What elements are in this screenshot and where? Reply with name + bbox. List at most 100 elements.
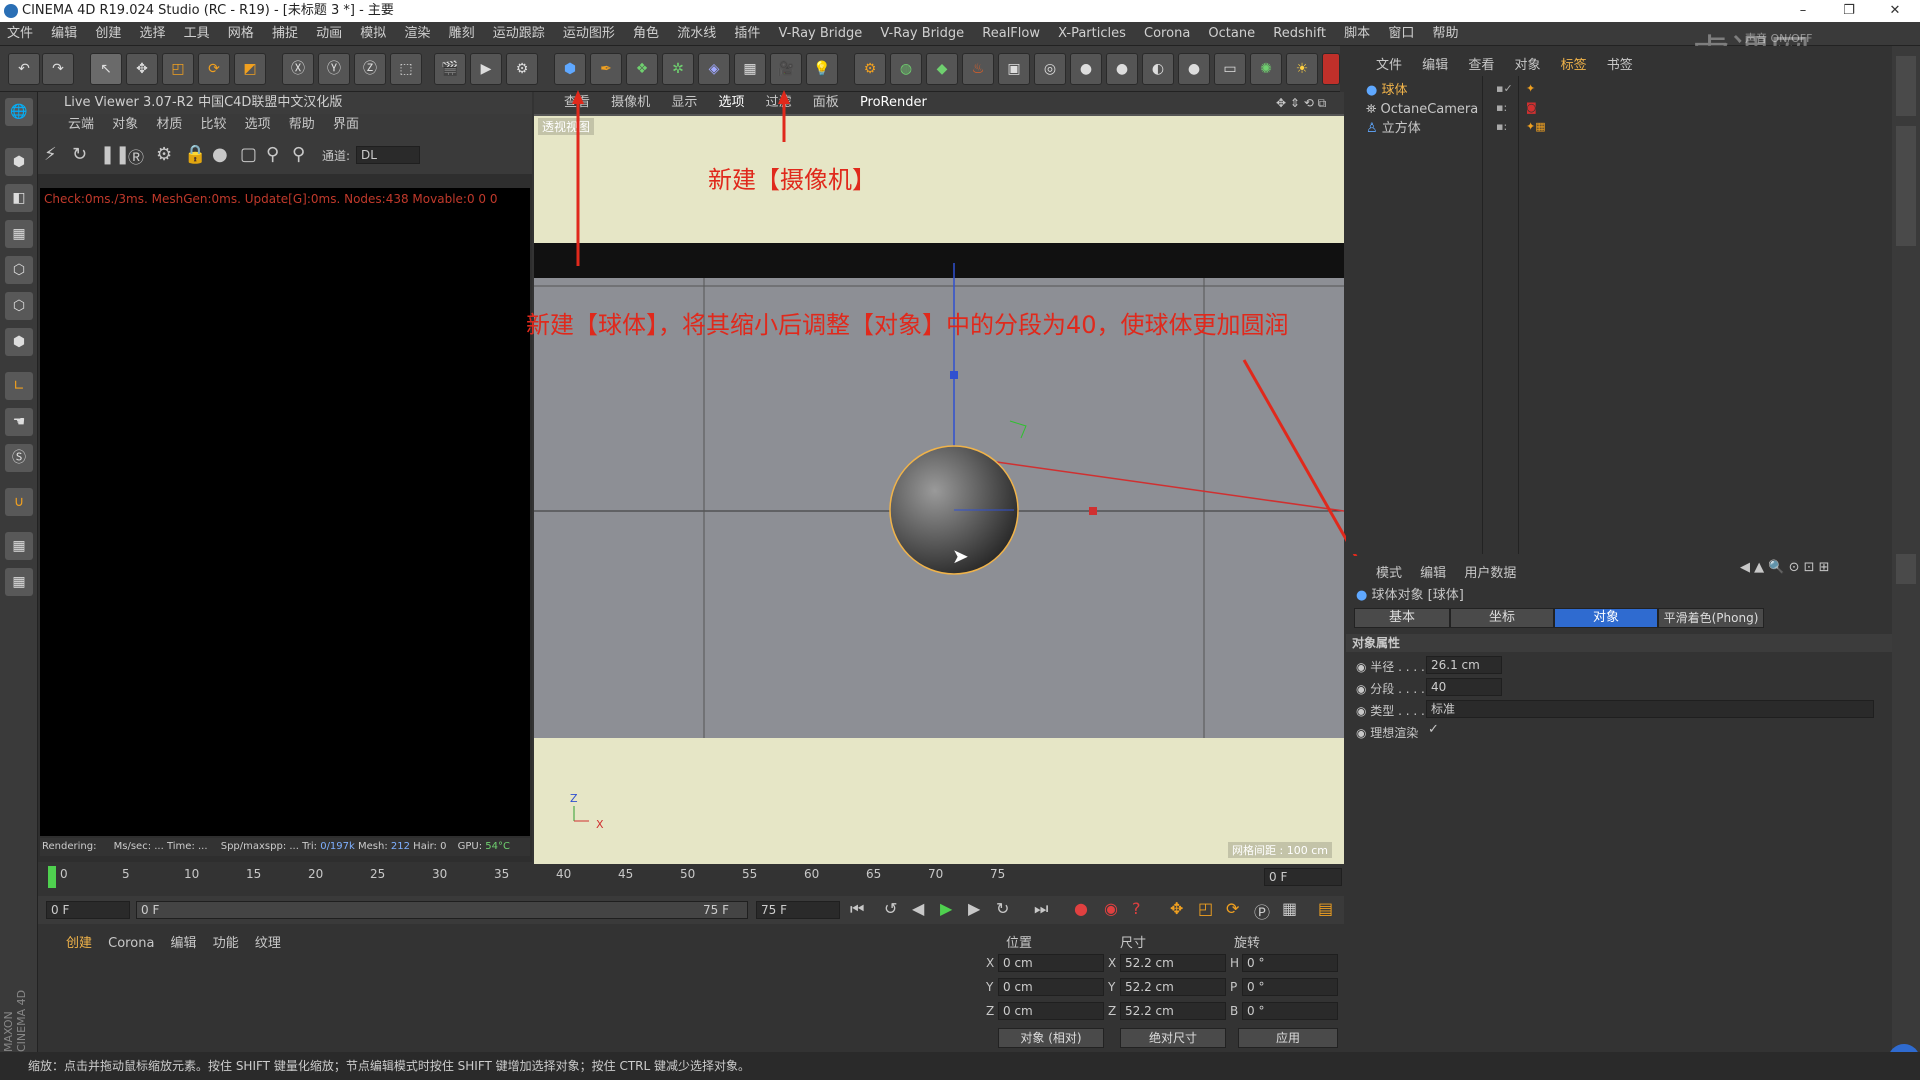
edges-mode-icon[interactable]: ⬡ <box>5 292 33 320</box>
octane-sphere-icon[interactable]: 🌐 <box>5 98 33 126</box>
menu-item[interactable]: 角色 <box>626 22 666 46</box>
rotate-tool-icon[interactable]: ⟳ <box>198 53 230 85</box>
cloner-icon[interactable]: ✲ <box>662 53 694 85</box>
next-key-icon[interactable]: ↻ <box>996 899 1009 918</box>
start-frame-field[interactable]: 0 F <box>46 901 130 919</box>
preview-range-slider[interactable]: 0 F 75 F <box>136 901 748 919</box>
next-frame-icon[interactable]: ▶ <box>968 899 980 918</box>
focus-pick-icon[interactable]: ⚲ <box>292 144 305 165</box>
lv-menu-item[interactable]: 界面 <box>333 117 359 132</box>
key-pla-icon[interactable]: ▦ <box>1282 899 1297 918</box>
octane-area-light-icon[interactable]: ▭ <box>1214 53 1246 85</box>
octane-specular-icon[interactable]: ◐ <box>1142 53 1174 85</box>
close-button[interactable]: ✕ <box>1872 0 1918 22</box>
om-menu-item[interactable]: 编辑 <box>1422 58 1448 73</box>
key-rotation-icon[interactable]: ⟳ <box>1226 899 1239 918</box>
restore-button[interactable]: ❐ <box>1826 0 1872 22</box>
timeline-ruler[interactable]: 0 5 10 15 20 25 30 35 40 45 50 55 60 65 … <box>38 864 1344 890</box>
position-x-field[interactable]: 0 cm <box>998 954 1104 972</box>
render-settings-icon[interactable]: ⚙ <box>506 53 538 85</box>
tab-phong[interactable]: 平滑着色(Phong) <box>1658 608 1764 628</box>
key-parameter-icon[interactable]: Ⓟ <box>1254 899 1270 923</box>
om-menu-item[interactable]: 标签 <box>1561 58 1587 73</box>
pin-icon[interactable]: ⚲ <box>266 144 279 165</box>
attr-menu-item[interactable]: 用户数据 <box>1464 566 1516 581</box>
rotation-b-field[interactable]: 0 ° <box>1242 1002 1338 1020</box>
go-to-start-icon[interactable]: ⏮ <box>850 899 864 919</box>
menu-item[interactable]: 运动跟踪 <box>486 22 552 46</box>
position-y-field[interactable]: 0 cm <box>998 978 1104 996</box>
axis-mode-icon[interactable]: ∟ <box>5 372 33 400</box>
z-axis-lock-icon[interactable]: Ⓩ <box>354 53 386 85</box>
menu-item[interactable]: 脚本 <box>1337 22 1377 46</box>
lv-menu-item[interactable]: 帮助 <box>289 117 315 132</box>
menu-item[interactable]: 工具 <box>177 22 217 46</box>
points-mode-icon[interactable]: ⬡ <box>5 256 33 284</box>
go-to-end-icon[interactable]: ⏭ <box>1034 899 1048 919</box>
settings-gear-icon[interactable]: ⚙ <box>156 144 172 165</box>
menu-item[interactable]: Octane <box>1201 22 1262 46</box>
visibility-toggles[interactable]: ▪: <box>1496 120 1507 133</box>
size-z-field[interactable]: 52.2 cm <box>1120 1002 1226 1020</box>
om-menu-item[interactable]: 书签 <box>1607 58 1633 73</box>
menu-item[interactable]: 窗口 <box>1381 22 1421 46</box>
attr-nav-icons[interactable]: ◀ ▲ 🔍 ⊙ ⊡ ⊞ <box>1740 560 1830 575</box>
om-menu-item[interactable]: 文件 <box>1376 58 1402 73</box>
workplane-icon[interactable]: ▦ <box>5 532 33 560</box>
send-scene-icon[interactable]: ⚡ <box>44 144 57 165</box>
vp-menu-item[interactable]: ProRender <box>860 95 927 110</box>
vp-menu-item[interactable]: 显示 <box>671 95 697 110</box>
menu-item[interactable]: X-Particles <box>1051 22 1133 46</box>
object-row-camera[interactable]: ⛯ OctaneCamera <box>1366 101 1478 119</box>
menu-item[interactable]: RealFlow <box>975 22 1047 46</box>
current-frame-field[interactable]: 0 F <box>1264 868 1342 886</box>
octane-settings-icon[interactable]: ⚙ <box>854 53 886 85</box>
render-picture-viewer-icon[interactable]: ▶ <box>470 53 502 85</box>
visibility-toggles[interactable]: ▪: <box>1496 101 1507 114</box>
restart-render-icon[interactable]: ↻ <box>72 144 87 165</box>
size-x-field[interactable]: 52.2 cm <box>1120 954 1226 972</box>
channel-select[interactable]: DL <box>356 146 420 164</box>
locked-workplane-icon[interactable]: ▦ <box>5 568 33 596</box>
coordinate-mode-select[interactable]: 对象 (相对) <box>998 1028 1104 1048</box>
magnet-icon[interactable]: ∪ <box>5 488 33 516</box>
side-tab[interactable] <box>1896 554 1916 584</box>
vp-menu-item[interactable]: 面板 <box>813 95 839 110</box>
prev-frame-icon[interactable]: ◀ <box>912 899 924 918</box>
deformer-icon[interactable]: ◈ <box>698 53 730 85</box>
lv-menu-item[interactable]: 云端 <box>68 117 94 132</box>
mat-menu-item[interactable]: 编辑 <box>171 936 197 951</box>
playhead[interactable] <box>48 866 56 888</box>
lv-menu-item[interactable]: 对象 <box>112 117 138 132</box>
position-z-field[interactable]: 0 cm <box>998 1002 1104 1020</box>
frame-icon[interactable]: ▢ <box>240 144 257 165</box>
material-preview-icon[interactable]: ● <box>212 144 228 165</box>
polygons-mode-icon[interactable]: ⬢ <box>5 328 33 356</box>
apply-button[interactable]: 应用 <box>1238 1028 1338 1048</box>
object-row-sphere[interactable]: ● 球体 <box>1366 82 1408 100</box>
menu-item[interactable]: 编辑 <box>44 22 84 46</box>
mat-menu-item[interactable]: Corona <box>108 936 154 951</box>
timeline-window-icon[interactable]: ▤ <box>1318 899 1333 918</box>
visibility-toggles[interactable]: ▪✓ <box>1496 82 1513 95</box>
attr-menu-item[interactable]: 编辑 <box>1420 566 1446 581</box>
subdivision-icon[interactable]: ❖ <box>626 53 658 85</box>
move-tool-icon[interactable]: ✥ <box>126 53 158 85</box>
light-icon[interactable]: 💡 <box>806 53 838 85</box>
lv-menu-item[interactable]: 材质 <box>156 117 182 132</box>
minimize-button[interactable]: – <box>1780 0 1826 22</box>
segments-field[interactable]: 40 <box>1426 678 1502 696</box>
rotation-p-field[interactable]: 0 ° <box>1242 978 1338 996</box>
menu-item[interactable]: 模拟 <box>353 22 393 46</box>
model-mode-icon[interactable]: ◧ <box>5 184 33 212</box>
scale-tool-icon[interactable]: ◰ <box>162 53 194 85</box>
end-frame-field[interactable]: 75 F <box>756 901 840 919</box>
vp-menu-item[interactable]: 摄像机 <box>611 95 650 110</box>
octane-scatter-icon[interactable]: ♨ <box>962 53 994 85</box>
om-menu-item[interactable]: 查看 <box>1468 58 1494 73</box>
menu-item[interactable]: 动画 <box>309 22 349 46</box>
view-navigation-icon[interactable]: ✥ ⇕ ⟲ ⧉ <box>1276 92 1326 114</box>
attr-menu-item[interactable]: 模式 <box>1376 566 1402 581</box>
octane-daylight-icon[interactable]: ☀ <box>1286 53 1318 85</box>
menu-item[interactable]: 选择 <box>132 22 172 46</box>
